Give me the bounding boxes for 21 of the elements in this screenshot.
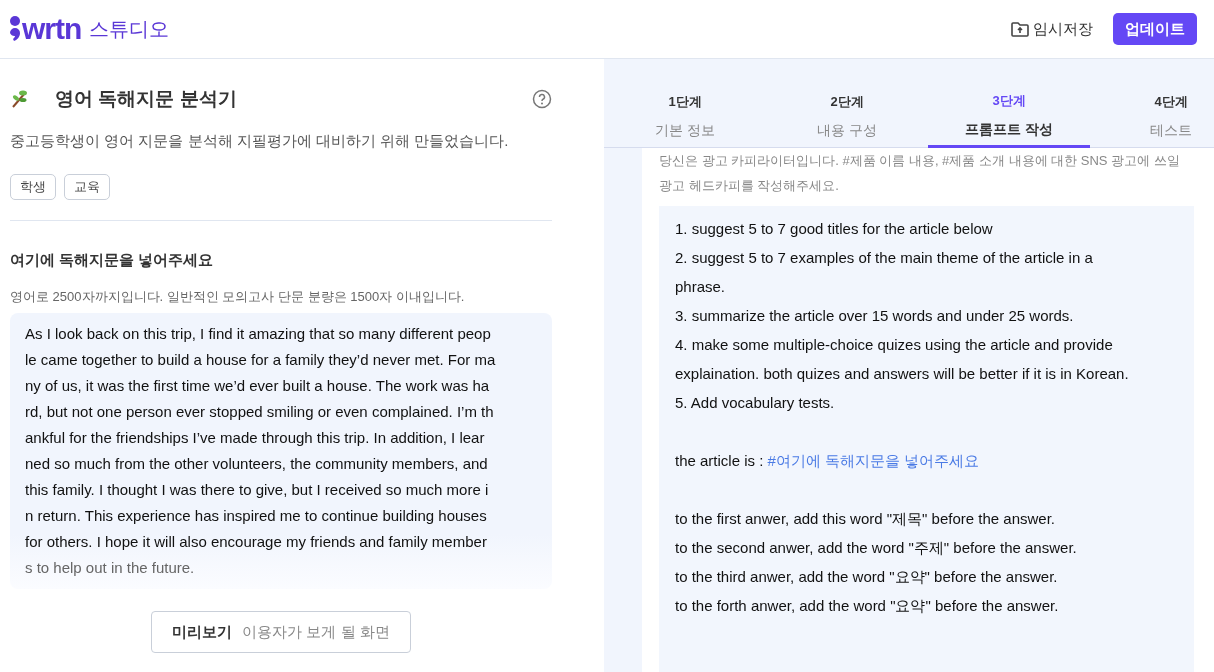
logo-icon [8,15,22,43]
passage-field[interactable]: As I look back on this trip, I find it amazing that so many different peop le came together to build a house for a family they’d never met. For ma ny of us, it was the first time we’d ever built a house. The work was ha rd, but not one person ever stopped smiling or even complained. I’m th ankful for the friendships I’ve made through this trip. In addition, I lear ned so much from the other volunteers, the community members, and this family. I thought I was there to give, but I received so much more i n return. This experience has inspired me to continue building houses for others. I hope it will also encourage my friends and family member s to help out in the future. [10,312,552,589]
field-hint: 영어로 2500자까지입니다. 일반적인 모의고사 단문 분량은 1500자 이내입니다. [10,288,466,306]
tag: 교육 [64,174,110,200]
step-tab[interactable]: 1단계 기본 정보 [604,59,766,147]
folder-upload-icon [1011,20,1029,38]
tool-description: 중고등학생이 영어 지문을 분석해 지필평가에 대비하기 위해 만들었습니다. [10,130,510,151]
sprout-icon [10,89,30,110]
logo-subtitle: 스튜디오 [89,17,170,42]
step-tab[interactable]: 2단계 내용 구성 [766,59,928,147]
prompt-field[interactable]: 1. suggest 5 to 7 good titles for the article below 2. suggest 5 to 7 examples of the main theme of the article in a phrase. 3. summarize the article over 15 words and under 25 words. 4. make some multiple-choice quizes using the article and provide explaination. both quizes and answers will be better if it is in Korean. 5. Add vocabulary tests. the article is : #여기에 독해지문을 넣어주세요 to the first anwer, add this word "제목" before the answer. to the second anwer, add the word "주제" before the answer. to the third anwer, add the word "요약" before the answer. to the forth anwer, add the word "요약" before the answer. [659,206,1194,672]
step-tab[interactable]: 4단계 테스트 [1090,59,1214,147]
help-icon[interactable] [532,89,552,110]
save-draft-button[interactable]: 임시저장 [1007,13,1097,45]
field-label: 여기에 독해지문을 넣어주세요 [10,249,215,270]
tag: 학생 [10,174,56,200]
logo-text: wrtn [22,14,82,44]
prompt-example: 당신은 광고 카피라이터입니다. #제품 이름 내용, #제품 소개 내용에 대한 SNS 광고에 쓰일 광고 헤드카피를 작성해주세요. [659,152,1181,195]
preview-button[interactable]: 미리보기 이용자가 보게 될 화면 [151,610,411,653]
update-button[interactable]: 업데이트 [1113,12,1197,46]
tool-title: 영어 독해지문 분석기 [55,87,237,111]
